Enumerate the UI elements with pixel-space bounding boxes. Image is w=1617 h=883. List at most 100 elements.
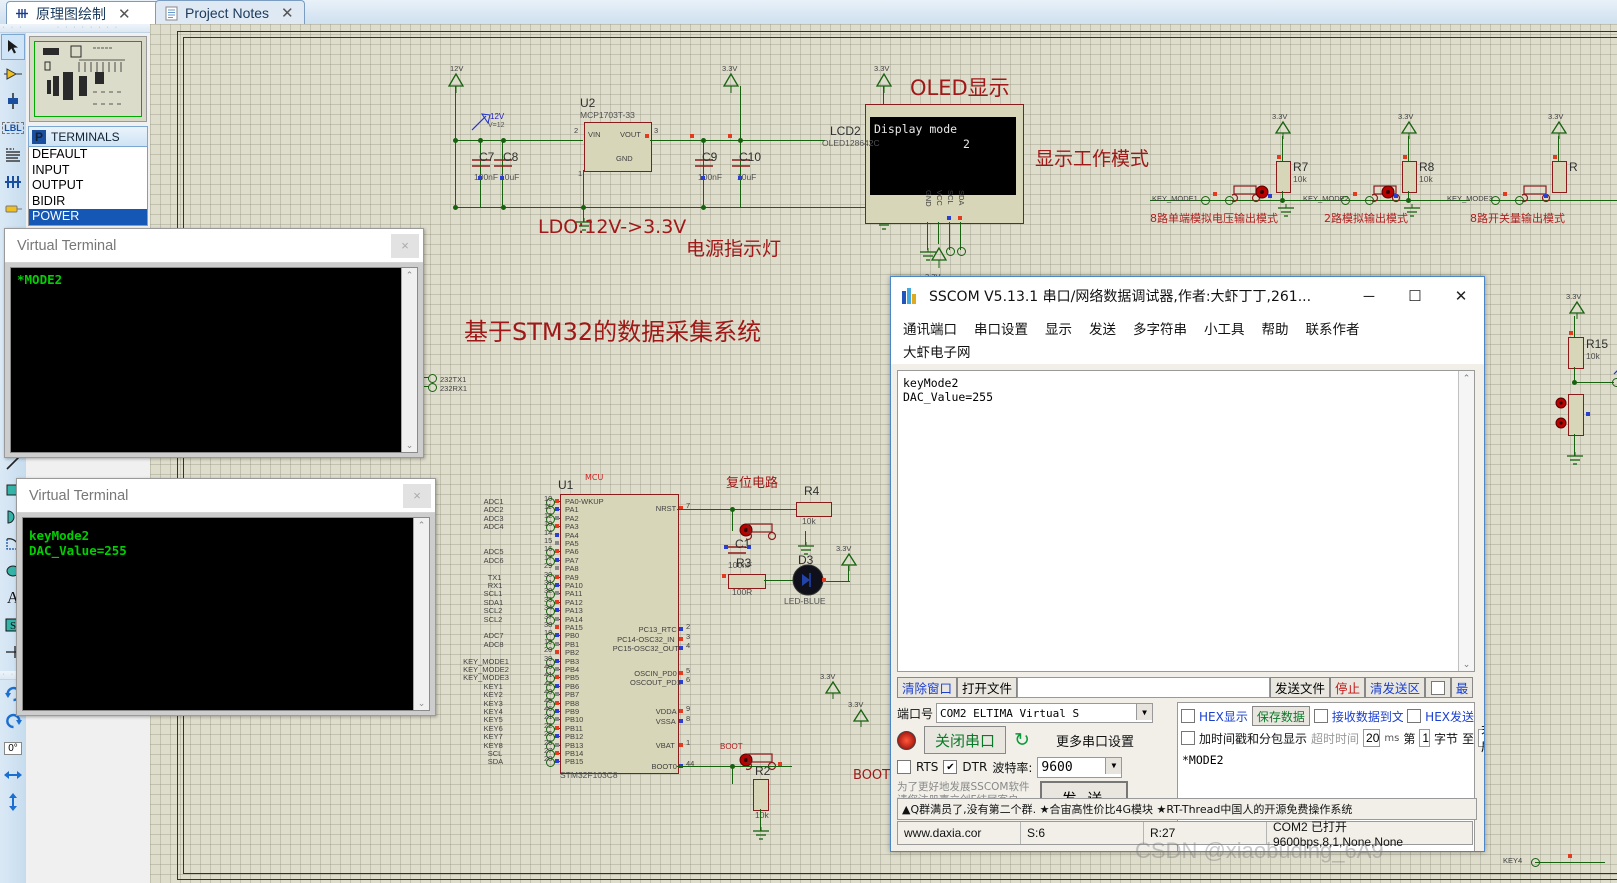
scrollbar-vertical-1[interactable]: ⌃ ⌄	[401, 268, 417, 452]
virtual-terminal-body-1[interactable]: *MODE2 ⌃ ⌄	[10, 267, 418, 453]
oled-line-1: Display mode	[874, 122, 958, 136]
wire	[455, 140, 456, 208]
save-data-button[interactable]: 保存数据	[1251, 706, 1310, 726]
byte-to-input[interactable]: 末尾	[1478, 723, 1484, 754]
toolbar-drag-handle[interactable]: · · · · ·	[0, 24, 26, 39]
pick-badge[interactable]: P	[32, 129, 46, 144]
stop-button[interactable]: 停止	[1329, 677, 1365, 698]
list-item[interactable]: OUTPUT	[29, 178, 147, 194]
dtr-checkbox[interactable]: ✔	[943, 760, 958, 774]
component-body-r8[interactable]	[1402, 161, 1417, 193]
text-script-tool[interactable]	[1, 142, 25, 168]
list-item[interactable]: BIDIR	[29, 194, 147, 210]
hex-display-checkbox[interactable]	[1181, 709, 1195, 723]
scroll-down-icon[interactable]: ⌄	[402, 438, 417, 452]
annotation-switch-output-mode: 8路开关量输出模式	[1470, 212, 1565, 225]
menu-item-display[interactable]: 显示	[1045, 318, 1072, 338]
menu-item-contact-author[interactable]: 联系作者	[1306, 318, 1360, 338]
clear-send-button[interactable]: 清发送区	[1364, 677, 1425, 698]
more-settings-link[interactable]: 更多串口设置	[1056, 731, 1134, 750]
extra-checkbox[interactable]	[1431, 680, 1445, 695]
close-icon[interactable]: ✕	[1438, 277, 1484, 315]
component-tool[interactable]	[1, 61, 25, 87]
virtual-terminal-body-2[interactable]: keyMode2 DAC_Value=255 ⌃ ⌄	[22, 517, 430, 711]
port-select[interactable]: COM2 ELTIMA Virtual S ▼	[936, 703, 1154, 723]
menu-item-tools[interactable]: 小工具	[1204, 318, 1245, 338]
tab-project-notes[interactable]: Project Notes ✕	[155, 0, 305, 25]
menu-item-comm-port[interactable]: 通讯端口	[903, 318, 957, 338]
panel-drag-handle[interactable]: · · · · · · · ·	[26, 24, 150, 33]
tab-schematic[interactable]: 原理图绘制 ✕	[6, 1, 166, 25]
subcircuit-tool[interactable]	[1, 196, 25, 222]
mirror-horizontal-icon[interactable]	[1, 762, 25, 788]
close-icon[interactable]: ✕	[281, 4, 294, 22]
rotation-angle-field[interactable]: 0°	[1, 735, 25, 761]
byte-from-input[interactable]: 1	[1419, 729, 1431, 747]
component-body-r9[interactable]	[1552, 161, 1567, 193]
open-file-button[interactable]: 打开文件	[957, 677, 1018, 698]
virtual-terminal-window-1[interactable]: Virtual Terminal × *MODE2 ⌃ ⌄	[4, 228, 424, 458]
pin-number: 4	[686, 641, 691, 650]
mirror-vertical-icon[interactable]	[1, 789, 25, 815]
chevron-down-icon[interactable]: ▼	[1105, 757, 1122, 774]
maximize-icon[interactable]: ☐	[1392, 277, 1438, 315]
close-icon[interactable]: ✕	[118, 5, 131, 23]
status-site[interactable]: www.daxia.cor	[898, 822, 1021, 844]
component-body-pot[interactable]	[1568, 394, 1584, 436]
recv-to-file-checkbox[interactable]	[1313, 709, 1328, 723]
hex-send-checkbox[interactable]	[1407, 709, 1422, 723]
sscom-window[interactable]: SSCOM V5.13.1 串口/网络数据调试器,作者:大虾丁丁,261... …	[890, 276, 1485, 852]
pin-pad	[555, 717, 559, 722]
scroll-up-icon[interactable]: ⌃	[414, 518, 429, 532]
scroll-down-icon[interactable]: ⌄	[414, 696, 429, 710]
wire-label-tool[interactable]: LBL	[1, 115, 25, 141]
list-item[interactable]: POWER	[29, 209, 147, 225]
virtual-terminal-titlebar-1[interactable]: Virtual Terminal ×	[5, 229, 423, 263]
refresh-icon[interactable]: ↻	[1014, 729, 1030, 752]
extra-option-checkbox[interactable]	[1425, 677, 1451, 698]
schematic-preview-thumbnail[interactable]	[29, 36, 147, 122]
send-file-button[interactable]: 发送文件	[1269, 677, 1330, 698]
sscom-receive-scrollbar[interactable]: ⌃ ⌄	[1458, 371, 1474, 671]
scroll-down-icon[interactable]: ⌄	[1459, 657, 1474, 671]
virtual-terminal-titlebar-2[interactable]: Virtual Terminal ×	[17, 479, 435, 513]
rts-checkbox[interactable]	[897, 760, 911, 774]
file-path-field[interactable]	[1017, 677, 1270, 698]
pin-label-vout: VOUT	[620, 130, 641, 139]
virtual-terminal-window-2[interactable]: Virtual Terminal × keyMode2 DAC_Value=25…	[16, 478, 436, 716]
net-label: ADC4	[483, 522, 504, 532]
terminals-list[interactable]: DEFAULT INPUT OUTPUT BIDIR POWER	[28, 147, 148, 226]
minimize-icon[interactable]: ─	[1346, 277, 1392, 315]
scrollbar-vertical-2[interactable]: ⌃ ⌄	[413, 518, 429, 710]
menu-item-help[interactable]: 帮助	[1262, 318, 1289, 338]
timestamp-checkbox[interactable]	[1181, 731, 1195, 745]
chevron-down-icon[interactable]: ▼	[1136, 704, 1153, 720]
component-body-r2[interactable]	[753, 779, 769, 811]
baud-select[interactable]: 9600 ▼	[1037, 756, 1123, 778]
close-icon[interactable]: ×	[403, 483, 431, 508]
junction-dot-tool[interactable]	[1, 88, 25, 114]
component-body-r15[interactable]	[1568, 337, 1584, 369]
scroll-up-icon[interactable]: ⌃	[402, 268, 417, 282]
sscom-menubar[interactable]: 通讯端口 串口设置 显示 发送 多字符串 小工具 帮助 联系作者	[891, 315, 1484, 341]
bus-tool[interactable]	[1, 169, 25, 195]
scroll-up-icon[interactable]: ⌃	[1459, 371, 1474, 385]
menu-item-multi-string[interactable]: 多字符串	[1133, 318, 1187, 338]
tab-bar: 原理图绘制 ✕ Project Notes ✕	[0, 0, 1617, 25]
component-body-r7[interactable]	[1276, 161, 1291, 193]
terminal-pin	[1491, 196, 1500, 205]
sscom-send-textarea[interactable]: *MODE2	[1178, 749, 1474, 767]
list-item[interactable]: DEFAULT	[29, 147, 147, 163]
selection-tool[interactable]	[1, 34, 25, 60]
list-item[interactable]: INPUT	[29, 163, 147, 179]
close-icon[interactable]: ×	[391, 233, 419, 258]
clear-window-button[interactable]: 清除窗口	[897, 677, 958, 698]
sscom-receive-area[interactable]: keyMode2 DAC_Value=255 ⌃ ⌄	[897, 370, 1475, 672]
sscom-titlebar[interactable]: SSCOM V5.13.1 串口/网络数据调试器,作者:大虾丁丁,261... …	[891, 277, 1484, 315]
menu-item-serial-settings[interactable]: 串口设置	[974, 318, 1028, 338]
timeout-input[interactable]: 20	[1363, 729, 1381, 747]
menu-item-send[interactable]: 发送	[1089, 318, 1116, 338]
close-port-button[interactable]: 关闭串口	[924, 726, 1007, 754]
component-body-r4[interactable]	[796, 502, 832, 517]
sscom-submenu[interactable]: 大虾电子网	[891, 341, 1484, 364]
